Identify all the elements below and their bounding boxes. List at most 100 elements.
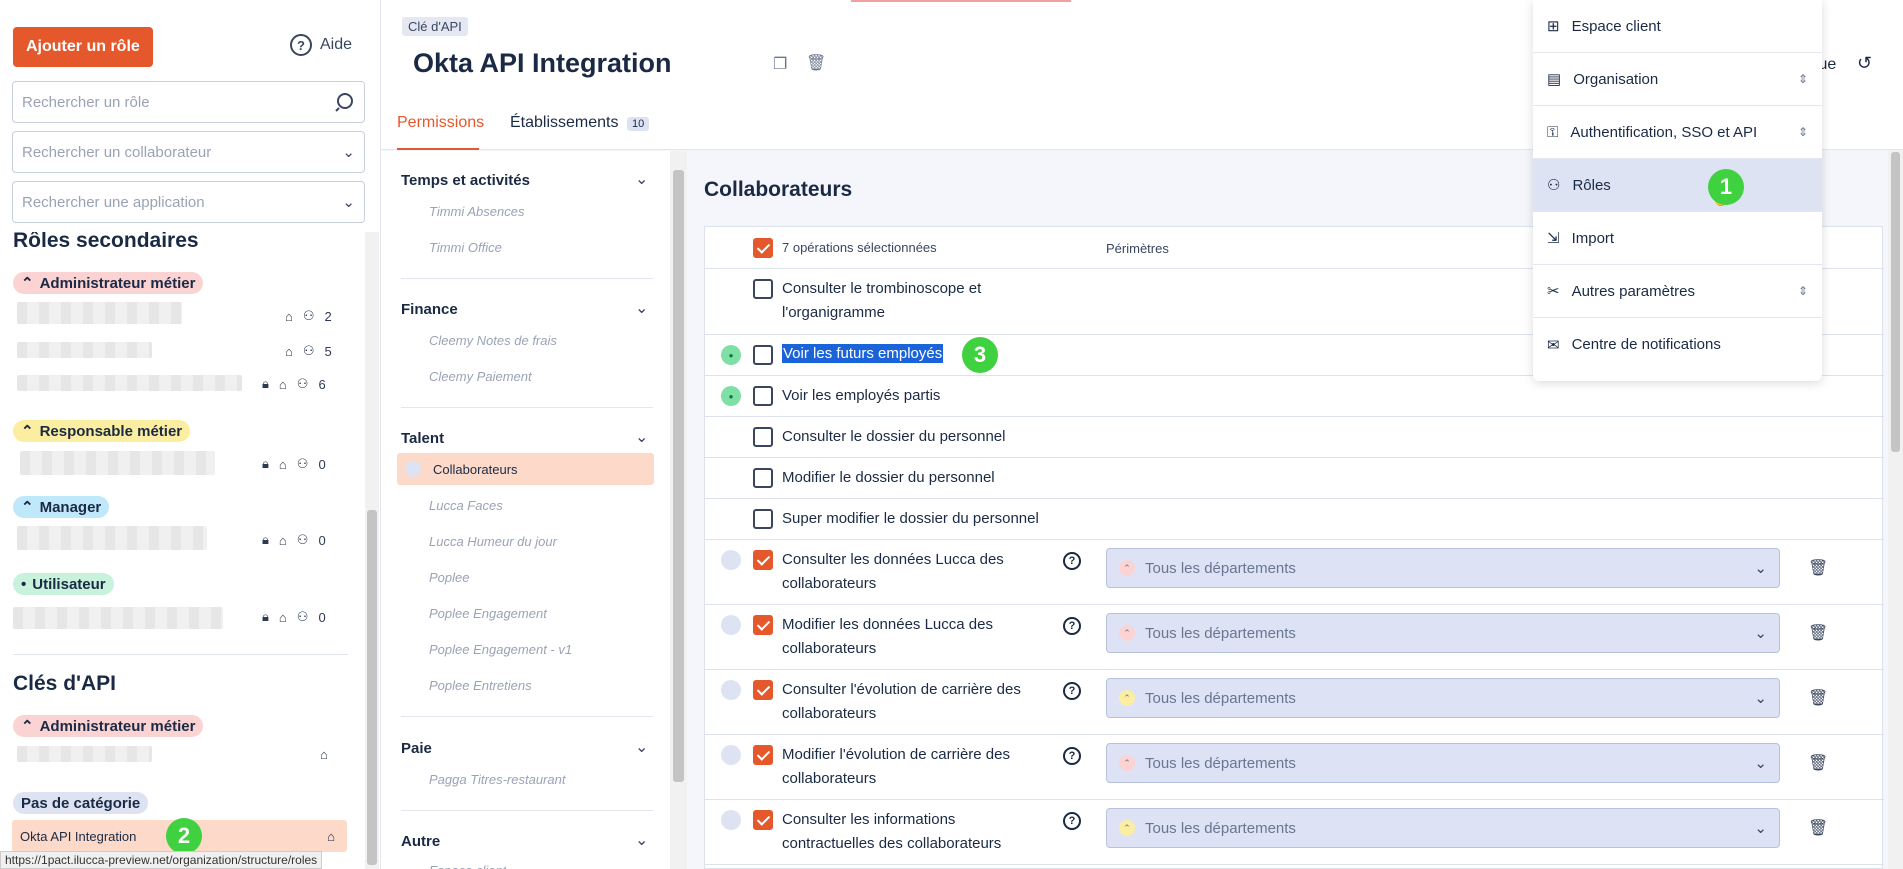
cat-item[interactable]: Poplee Engagement	[429, 606, 547, 621]
sidebar-scroll-thumb[interactable]	[367, 510, 377, 865]
cat-item[interactable]: Poplee Entretiens	[429, 678, 532, 693]
cat-temps[interactable]: Temps et activités	[401, 172, 530, 189]
menu-label: Authentification, SSO et API	[1570, 123, 1758, 141]
cat-item[interactable]: Cleemy Paiement	[429, 369, 532, 384]
cat-talent[interactable]: Talent	[401, 430, 444, 447]
expand-icon: ⇕	[1797, 284, 1808, 298]
perimeter-select[interactable]: ⌃ Tous les départements ⌄	[1106, 743, 1780, 783]
table-row: Modifier l'évolution de carrière des col…	[705, 735, 1884, 800]
search-role-input[interactable]: Rechercher un rôle	[12, 81, 365, 123]
cat-item[interactable]: Pagga Titres-restaurant	[429, 772, 565, 787]
role-badge-resp[interactable]: ⌃ Responsable métier	[13, 420, 191, 442]
role-badge-manager[interactable]: ⌃ Manager	[13, 496, 110, 518]
chevron-down-icon: ⌄	[1754, 560, 1767, 577]
row-checkbox[interactable]	[753, 680, 773, 700]
help-icon[interactable]: ?	[1063, 552, 1081, 570]
row-checkbox[interactable]	[753, 427, 773, 447]
chevron-down-icon[interactable]: ⌄	[635, 169, 648, 189]
copy-icon[interactable]: ❐	[773, 54, 787, 74]
menu-item-auth[interactable]: ⚿ Authentification, SSO et API ⇕	[1533, 106, 1822, 159]
menu-item-autres[interactable]: ✂ Autres paramètres ⇕	[1533, 265, 1822, 318]
trash-icon[interactable]: 🗑︎	[1808, 688, 1828, 708]
divider	[401, 407, 653, 408]
add-role-button[interactable]: Ajouter un rôle	[13, 27, 153, 67]
row-checkbox[interactable]	[753, 345, 773, 365]
trash-icon[interactable]: 🗑︎	[1808, 558, 1828, 578]
trash-icon[interactable]: 🗑︎	[1808, 818, 1828, 838]
cat-item[interactable]: Poplee	[429, 570, 469, 585]
perimeter-select[interactable]: ⌃ Tous les départements ⌄	[1106, 678, 1780, 718]
step-marker-3: 3	[962, 337, 998, 373]
categories-scroll-thumb[interactable]	[673, 170, 684, 782]
select-all-checkbox[interactable]	[753, 238, 773, 258]
app-categories-panel: Temps et activités ⌄ Timmi Absences Timm…	[381, 151, 687, 869]
chevron-down-icon[interactable]: ⌄	[635, 737, 648, 757]
menu-item-organisation[interactable]: ▤ Organisation ⇕	[1533, 53, 1822, 106]
cat-item[interactable]: Lucca Humeur du jour	[429, 534, 557, 549]
row-checkbox[interactable]	[753, 615, 773, 635]
history-icon[interactable]: ↺	[1857, 53, 1872, 74]
trash-icon[interactable]: 🗑︎	[806, 53, 826, 73]
help-icon[interactable]: ?	[1063, 812, 1081, 830]
cat-item[interactable]: Cleemy Notes de frais	[429, 333, 557, 348]
perimeter-select[interactable]: ⌃ Tous les départements ⌄	[1106, 808, 1780, 848]
user-lock-icon: ⚇	[1547, 177, 1561, 194]
trash-icon[interactable]: 🗑︎	[1808, 623, 1828, 643]
api-role-badge-admin[interactable]: ⌃ Administrateur métier	[13, 715, 204, 737]
chevron-down-icon[interactable]: ⌄	[635, 298, 648, 318]
chevron-down-icon[interactable]: ⌄	[635, 830, 648, 850]
menu-item-notifications[interactable]: ✉ Centre de notifications	[1533, 318, 1822, 371]
cat-autre[interactable]: Autre	[401, 833, 440, 850]
expand-icon: ⇕	[1797, 125, 1808, 139]
help-icon[interactable]: ?	[1063, 747, 1081, 765]
row-checkbox[interactable]	[753, 550, 773, 570]
role-badge-admin[interactable]: ⌃ Administrateur métier	[13, 272, 204, 294]
cat-item[interactable]: Espace client	[429, 863, 506, 869]
lock-icon: 🔒︎	[262, 609, 269, 624]
status-dot	[721, 680, 741, 700]
help-link[interactable]: ? Aide	[290, 34, 352, 56]
main-scroll-thumb[interactable]	[1891, 152, 1900, 452]
tab-etabs-label: Établissements	[510, 114, 619, 131]
perm-label: Consulter les informations contractuelle…	[782, 811, 1002, 852]
help-icon[interactable]: ?	[1063, 617, 1081, 635]
chevron-up-icon: ⌃	[21, 499, 34, 516]
search-icon	[335, 93, 353, 112]
cat-item[interactable]: Timmi Absences	[429, 204, 524, 219]
cat-item-collaborateurs[interactable]: Collaborateurs	[433, 462, 518, 477]
menu-item-import[interactable]: ⇲ Import	[1533, 212, 1822, 265]
perimeter-select[interactable]: ⌃ Tous les départements ⌄	[1106, 613, 1780, 653]
role-badge-user[interactable]: • Utilisateur	[13, 573, 114, 595]
row-checkbox[interactable]	[753, 810, 773, 830]
chevron-down-icon[interactable]: ⌄	[635, 427, 648, 447]
tab-etablissements[interactable]: Établissements 10	[510, 114, 650, 132]
building-icon: ▤	[1547, 71, 1562, 88]
menu-item-roles[interactable]: ⚇ Rôles	[1533, 159, 1822, 212]
search-application-select[interactable]: Rechercher une application ⌄	[12, 181, 365, 223]
perm-label: Modifier le dossier du personnel	[782, 469, 995, 486]
divider	[13, 654, 348, 655]
row-checkbox[interactable]	[753, 509, 773, 529]
search-collaborator-select[interactable]: Rechercher un collaborateur ⌄	[12, 131, 365, 173]
trash-icon[interactable]: 🗑︎	[1808, 753, 1828, 773]
help-icon[interactable]: ?	[1063, 682, 1081, 700]
cat-paie[interactable]: Paie	[401, 740, 432, 757]
cat-item[interactable]: Timmi Office	[429, 240, 502, 255]
cat-item[interactable]: Lucca Faces	[429, 498, 503, 513]
menu-label: Import	[1571, 229, 1615, 247]
tools-icon: ✂	[1547, 283, 1560, 300]
permissions-title: Collaborateurs	[704, 178, 853, 201]
row-checkbox[interactable]	[753, 386, 773, 406]
row-checkbox[interactable]	[753, 745, 773, 765]
blurred-name	[17, 342, 152, 358]
perimeter-value: Tous les départements	[1145, 624, 1296, 642]
perimeter-select[interactable]: ⌃ Tous les départements ⌄	[1106, 548, 1780, 588]
menu-item-espace-client[interactable]: ⊞ Espace client	[1533, 0, 1822, 53]
tab-permissions[interactable]: Permissions	[397, 114, 484, 132]
row-checkbox[interactable]	[753, 468, 773, 488]
no-category-badge: Pas de catégorie	[13, 792, 149, 814]
cat-finance[interactable]: Finance	[401, 301, 458, 318]
cat-item[interactable]: Poplee Engagement - v1	[429, 642, 572, 657]
tab-underline	[397, 148, 479, 150]
row-checkbox[interactable]	[753, 279, 773, 299]
